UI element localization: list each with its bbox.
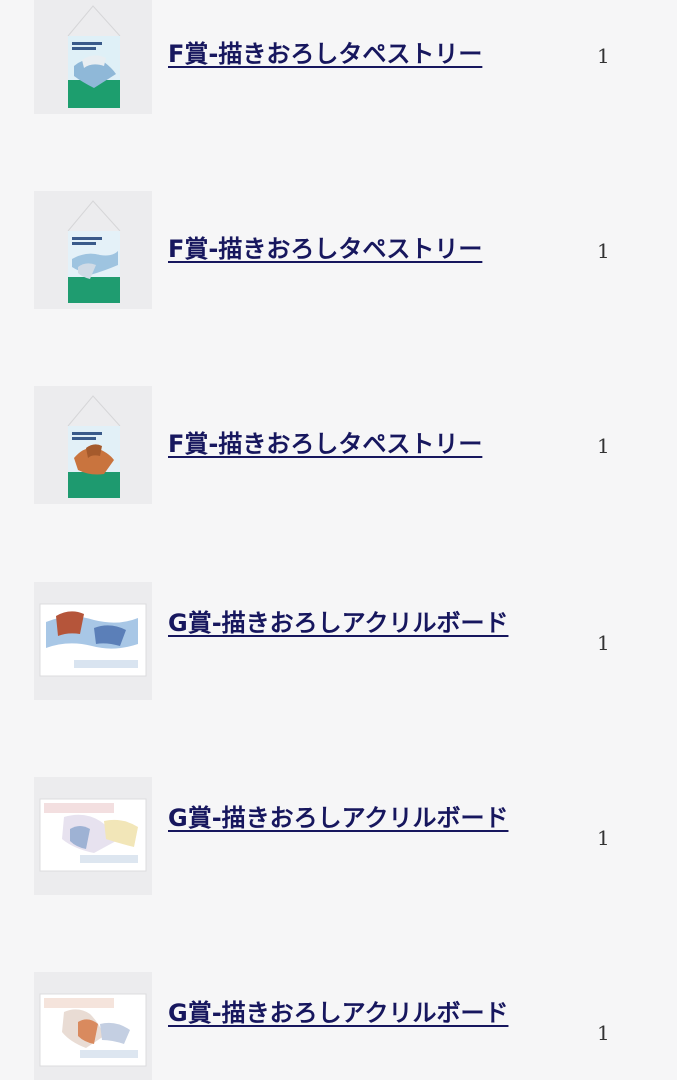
list-item: F賞-描きおろしタペストリー 1: [0, 0, 677, 116]
item-quantity: 1: [597, 631, 610, 655]
item-title-link[interactable]: G賞-描きおろしアクリルボード: [168, 800, 528, 837]
product-thumbnail[interactable]: [34, 191, 152, 309]
item-quantity: 1: [597, 826, 610, 850]
item-quantity: 1: [597, 239, 610, 263]
product-thumbnail[interactable]: [34, 582, 152, 700]
product-thumbnail[interactable]: [34, 386, 152, 504]
item-title-link[interactable]: G賞-描きおろしアクリルボード: [168, 995, 528, 1032]
item-title-link[interactable]: F賞-描きおろしタペストリー: [168, 231, 528, 268]
item-quantity: 1: [597, 434, 610, 458]
item-title-link[interactable]: F賞-描きおろしタペストリー: [168, 426, 528, 463]
item-title-link[interactable]: G賞-描きおろしアクリルボード: [168, 605, 528, 642]
list-item: F賞-描きおろしタペストリー 1: [0, 191, 677, 311]
item-title-link[interactable]: F賞-描きおろしタペストリー: [168, 36, 528, 73]
product-thumbnail[interactable]: [34, 0, 152, 114]
product-thumbnail[interactable]: [34, 972, 152, 1080]
list-item: G賞-描きおろしアクリルボード 1: [0, 582, 677, 702]
product-thumbnail[interactable]: [34, 777, 152, 895]
list-item: G賞-描きおろしアクリルボード 1: [0, 972, 677, 1080]
item-quantity: 1: [597, 44, 610, 68]
list-item: G賞-描きおろしアクリルボード 1: [0, 777, 677, 897]
prize-item-list: F賞-描きおろしタペストリー 1 F賞-描きおろしタペストリー 1 F賞-描きお…: [0, 0, 677, 1080]
list-item: F賞-描きおろしタペストリー 1: [0, 386, 677, 506]
item-quantity: 1: [597, 1021, 610, 1045]
